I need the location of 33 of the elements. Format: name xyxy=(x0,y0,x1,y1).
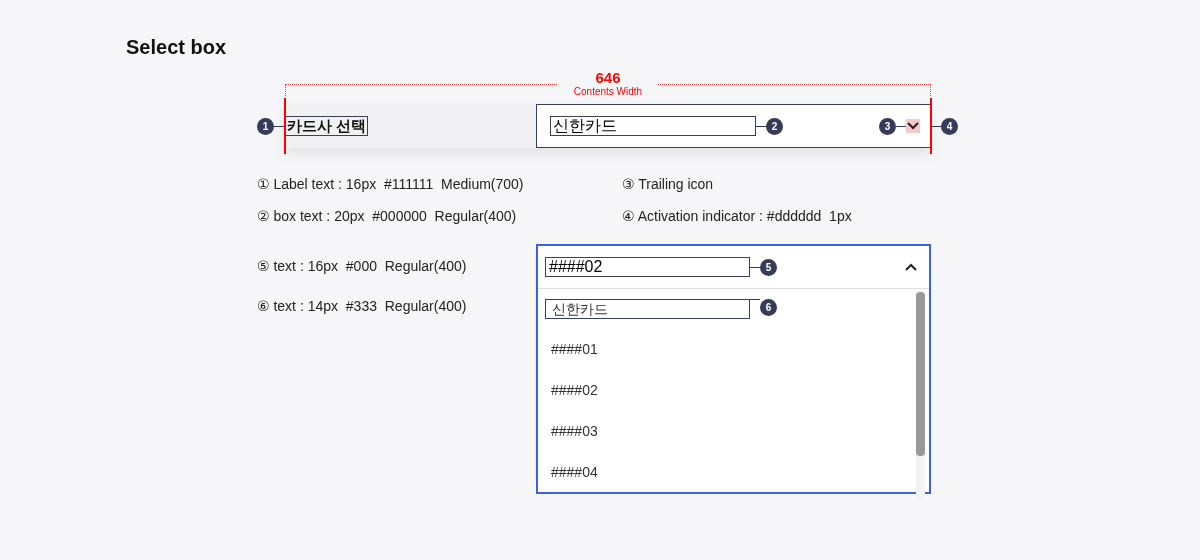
dropdown-option[interactable]: ####02 xyxy=(545,381,598,400)
spec-note: ⑥ text : 14px #333 Regular(400) xyxy=(257,297,468,316)
callout-number: 5 xyxy=(760,258,777,276)
section-title: Select box xyxy=(126,35,228,60)
leader-line xyxy=(274,126,284,127)
leader-line xyxy=(756,125,766,127)
leader-line xyxy=(750,299,760,300)
dropdown-option[interactable]: ####04 xyxy=(545,463,598,482)
select-box[interactable]: 신한카드 2 3 xyxy=(536,104,931,148)
spec-note: ① Label text : 16px #111111 Medium(700) xyxy=(257,175,525,194)
select-value: ####02 xyxy=(545,257,750,277)
dimension-value: 646 xyxy=(595,70,621,86)
indicator-line xyxy=(284,98,286,154)
chevron-up-icon[interactable] xyxy=(905,263,917,271)
leader-line xyxy=(750,266,760,268)
spec-note: ⑤ text : 16px #000 Regular(400) xyxy=(257,257,468,276)
dropdown-option[interactable]: ####03 xyxy=(545,422,598,441)
scrollbar-thumb[interactable] xyxy=(916,292,925,456)
leader-line xyxy=(896,125,906,127)
dimension-caption: Contents Width xyxy=(573,86,643,98)
callout-number: 4 xyxy=(941,118,958,135)
select-value: 신한카드 xyxy=(550,116,756,136)
spec-note: ③ Trailing icon xyxy=(622,175,715,194)
callout-number: 1 xyxy=(257,118,274,135)
dropdown-option[interactable]: ####01 xyxy=(545,340,598,359)
indicator-line xyxy=(930,98,932,154)
spec-note: ② box text : 20px #000000 Regular(400) xyxy=(257,207,518,226)
callout-number: 3 xyxy=(879,117,896,135)
leader-line xyxy=(931,126,941,127)
chevron-down-icon[interactable] xyxy=(907,122,919,130)
callout-number: 2 xyxy=(766,117,783,135)
spec-note: ④ Activation indicator : #dddddd 1px xyxy=(622,207,853,226)
callout-number: 6 xyxy=(760,299,777,316)
